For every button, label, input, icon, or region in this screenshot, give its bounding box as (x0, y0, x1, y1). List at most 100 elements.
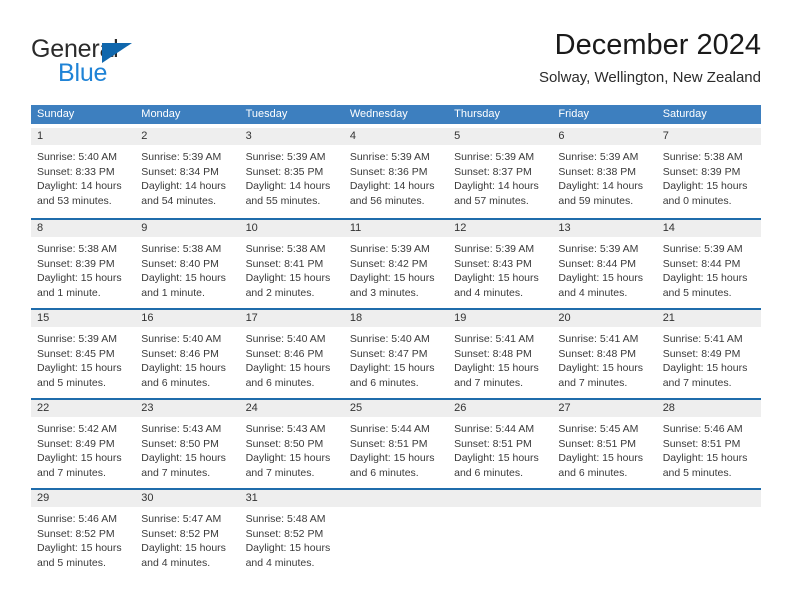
location-subtitle: Solway, Wellington, New Zealand (538, 69, 761, 86)
weekday-thursday: Thursday (454, 108, 500, 120)
sunset-text: Sunset: 8:46 PM (141, 347, 219, 360)
day-cell[interactable]: 19 Sunrise: 5:41 AM Sunset: 8:48 PM Dayligh… (448, 310, 553, 398)
day-cell[interactable]: 28 Sunrise: 5:46 AM Sunset: 8:51 PM Dayligh… (656, 400, 761, 488)
day-cell[interactable]: 26 Sunrise: 5:44 AM Sunset: 8:51 PM Dayligh… (448, 400, 553, 488)
sunrise-text: Sunrise: 5:39 AM (454, 151, 535, 163)
day-number-strip: 10 (239, 220, 344, 237)
day-number-strip: 20 (552, 310, 657, 327)
sunrise-text: Sunrise: 5:39 AM (662, 243, 743, 255)
sunset-text: Sunset: 8:41 PM (245, 257, 324, 270)
day-cell[interactable]: 15 Sunrise: 5:39 AM Sunset: 8:45 PM Dayligh… (31, 310, 136, 398)
day-cell[interactable]: 9 Sunrise: 5:38 AM Sunset: 8:40 PM Daylight… (135, 220, 240, 308)
sunset-text: Sunset: 8:51 PM (662, 437, 741, 450)
sunset-text: Sunset: 8:50 PM (141, 437, 219, 450)
day-number: 5 (454, 130, 461, 142)
day-cell[interactable]: 13 Sunrise: 5:39 AM Sunset: 8:44 PM Dayligh… (552, 220, 657, 308)
sunrise-text: Sunrise: 5:44 AM (349, 423, 430, 435)
day-number-strip: 31 (239, 490, 344, 507)
day-cell[interactable]: 7 Sunrise: 5:38 AM Sunset: 8:39 PM Daylight… (656, 128, 761, 218)
daylight-text-line1: Daylight: 15 hours (558, 272, 644, 285)
day-details (344, 507, 448, 512)
daylight-text-line2: and 5 minutes. (662, 286, 732, 299)
day-details: Sunrise: 5:38 AM Sunset: 8:39 PM Daylight:… (657, 145, 761, 208)
daylight-text-line2: and 53 minutes. (37, 194, 112, 207)
day-number-strip: 15 (31, 310, 136, 327)
day-number-strip: 28 (656, 400, 761, 417)
daylight-text-line1: Daylight: 15 hours (37, 542, 122, 555)
week-row: 15 Sunrise: 5:39 AM Sunset: 8:45 PM Dayligh… (31, 308, 761, 398)
daylight-text-line1: Daylight: 15 hours (662, 272, 748, 285)
daylight-text-line1: Daylight: 15 hours (349, 362, 435, 375)
day-number: 18 (349, 312, 363, 324)
sunset-text: Sunset: 8:49 PM (662, 347, 741, 360)
daylight-text-line2: and 7 minutes. (454, 376, 524, 389)
daylight-text-line2: and 5 minutes. (37, 556, 106, 569)
day-cell[interactable]: 5 Sunrise: 5:39 AM Sunset: 8:37 PM Daylight… (448, 128, 553, 218)
day-cell[interactable]: 4 Sunrise: 5:39 AM Sunset: 8:36 PM Daylight… (343, 128, 449, 218)
daylight-text-line1: Daylight: 14 hours (245, 180, 331, 193)
day-number: 23 (141, 402, 154, 414)
day-cell[interactable]: 21 Sunrise: 5:41 AM Sunset: 8:49 PM Dayligh… (656, 310, 761, 398)
day-cell[interactable]: 3 Sunrise: 5:39 AM Sunset: 8:35 PM Daylight… (239, 128, 344, 218)
day-cell[interactable]: 10 Sunrise: 5:38 AM Sunset: 8:41 PM Dayligh… (239, 220, 344, 308)
daylight-text-line1: Daylight: 14 hours (141, 180, 226, 193)
day-details: Sunrise: 5:39 AM Sunset: 8:36 PM Daylight:… (344, 145, 448, 208)
day-cell[interactable]: 14 Sunrise: 5:39 AM Sunset: 8:44 PM Dayligh… (656, 220, 761, 308)
day-cell[interactable]: 29 Sunrise: 5:46 AM Sunset: 8:52 PM Dayligh… (31, 490, 136, 578)
daylight-text-line1: Daylight: 15 hours (141, 272, 226, 285)
daylight-text-line1: Daylight: 14 hours (454, 180, 539, 193)
weekday-wednesday: Wednesday (349, 108, 408, 120)
day-number-strip (552, 490, 657, 507)
day-number-strip: 18 (343, 310, 449, 327)
daylight-text-line1: Daylight: 15 hours (349, 272, 435, 285)
day-details: Sunrise: 5:40 AM Sunset: 8:46 PM Daylight:… (240, 327, 344, 390)
day-details: Sunrise: 5:39 AM Sunset: 8:35 PM Daylight:… (240, 145, 344, 208)
day-cell[interactable]: 20 Sunrise: 5:41 AM Sunset: 8:48 PM Dayligh… (552, 310, 657, 398)
day-cell[interactable]: 18 Sunrise: 5:40 AM Sunset: 8:47 PM Dayligh… (343, 310, 449, 398)
daylight-text-line2: and 54 minutes. (141, 194, 216, 207)
sunrise-text: Sunrise: 5:40 AM (245, 333, 326, 345)
day-cell[interactable]: 6 Sunrise: 5:39 AM Sunset: 8:38 PM Daylight… (552, 128, 657, 218)
sunrise-text: Sunrise: 5:43 AM (245, 423, 326, 435)
day-cell[interactable]: 11 Sunrise: 5:39 AM Sunset: 8:42 PM Dayligh… (343, 220, 449, 308)
daylight-text-line2: and 1 minute. (37, 286, 101, 299)
day-number: 28 (662, 402, 675, 414)
day-details: Sunrise: 5:48 AM Sunset: 8:52 PM Daylight:… (240, 507, 344, 570)
daylight-text-line2: and 56 minutes. (349, 194, 425, 207)
day-cell[interactable]: 30 Sunrise: 5:47 AM Sunset: 8:52 PM Dayligh… (135, 490, 240, 578)
week-row: 29 Sunrise: 5:46 AM Sunset: 8:52 PM Dayligh… (31, 488, 761, 578)
day-cell[interactable]: 2 Sunrise: 5:39 AM Sunset: 8:34 PM Daylight… (135, 128, 240, 218)
sunset-text: Sunset: 8:46 PM (245, 347, 324, 360)
daylight-text-line1: Daylight: 15 hours (454, 272, 539, 285)
day-cell[interactable]: 31 Sunrise: 5:48 AM Sunset: 8:52 PM Dayligh… (239, 490, 344, 578)
day-cell[interactable]: 23 Sunrise: 5:43 AM Sunset: 8:50 PM Dayligh… (135, 400, 240, 488)
day-details (657, 507, 761, 512)
calendar-grid: Sunday Monday Tuesday Wednesday Thursday… (31, 105, 761, 578)
weekday-friday: Friday (558, 108, 589, 120)
day-cell[interactable]: 22 Sunrise: 5:42 AM Sunset: 8:49 PM Dayligh… (31, 400, 136, 488)
daylight-text-line2: and 4 minutes. (558, 286, 628, 299)
day-number-strip: 8 (31, 220, 136, 237)
sunset-text: Sunset: 8:48 PM (558, 347, 637, 360)
day-number: 30 (141, 492, 154, 504)
day-details (552, 507, 656, 512)
day-cell[interactable]: 12 Sunrise: 5:39 AM Sunset: 8:43 PM Dayligh… (448, 220, 553, 308)
day-cell[interactable]: 24 Sunrise: 5:43 AM Sunset: 8:50 PM Dayligh… (239, 400, 344, 488)
sunset-text: Sunset: 8:33 PM (37, 165, 115, 178)
day-cell[interactable]: 1 Sunrise: 5:40 AM Sunset: 8:33 PM Daylight… (31, 128, 136, 218)
day-number-strip: 3 (239, 128, 344, 145)
general-blue-logo[interactable]: General Blue (31, 36, 251, 94)
weekday-sunday: Sunday (37, 108, 75, 120)
day-number: 29 (37, 492, 50, 504)
daylight-text-line1: Daylight: 15 hours (454, 362, 539, 375)
day-number-strip: 27 (552, 400, 657, 417)
day-details: Sunrise: 5:39 AM Sunset: 8:37 PM Daylight:… (448, 145, 552, 208)
daylight-text-line2: and 57 minutes. (454, 194, 529, 207)
day-cell[interactable]: 16 Sunrise: 5:40 AM Sunset: 8:46 PM Dayligh… (135, 310, 240, 398)
day-cell[interactable]: 25 Sunrise: 5:44 AM Sunset: 8:51 PM Dayligh… (343, 400, 449, 488)
daylight-text-line1: Daylight: 15 hours (558, 362, 644, 375)
day-cell[interactable]: 17 Sunrise: 5:40 AM Sunset: 8:46 PM Dayligh… (239, 310, 344, 398)
day-number-strip: 21 (656, 310, 761, 327)
day-cell[interactable]: 8 Sunrise: 5:38 AM Sunset: 8:39 PM Daylight… (31, 220, 136, 308)
day-cell[interactable]: 27 Sunrise: 5:45 AM Sunset: 8:51 PM Dayligh… (552, 400, 657, 488)
